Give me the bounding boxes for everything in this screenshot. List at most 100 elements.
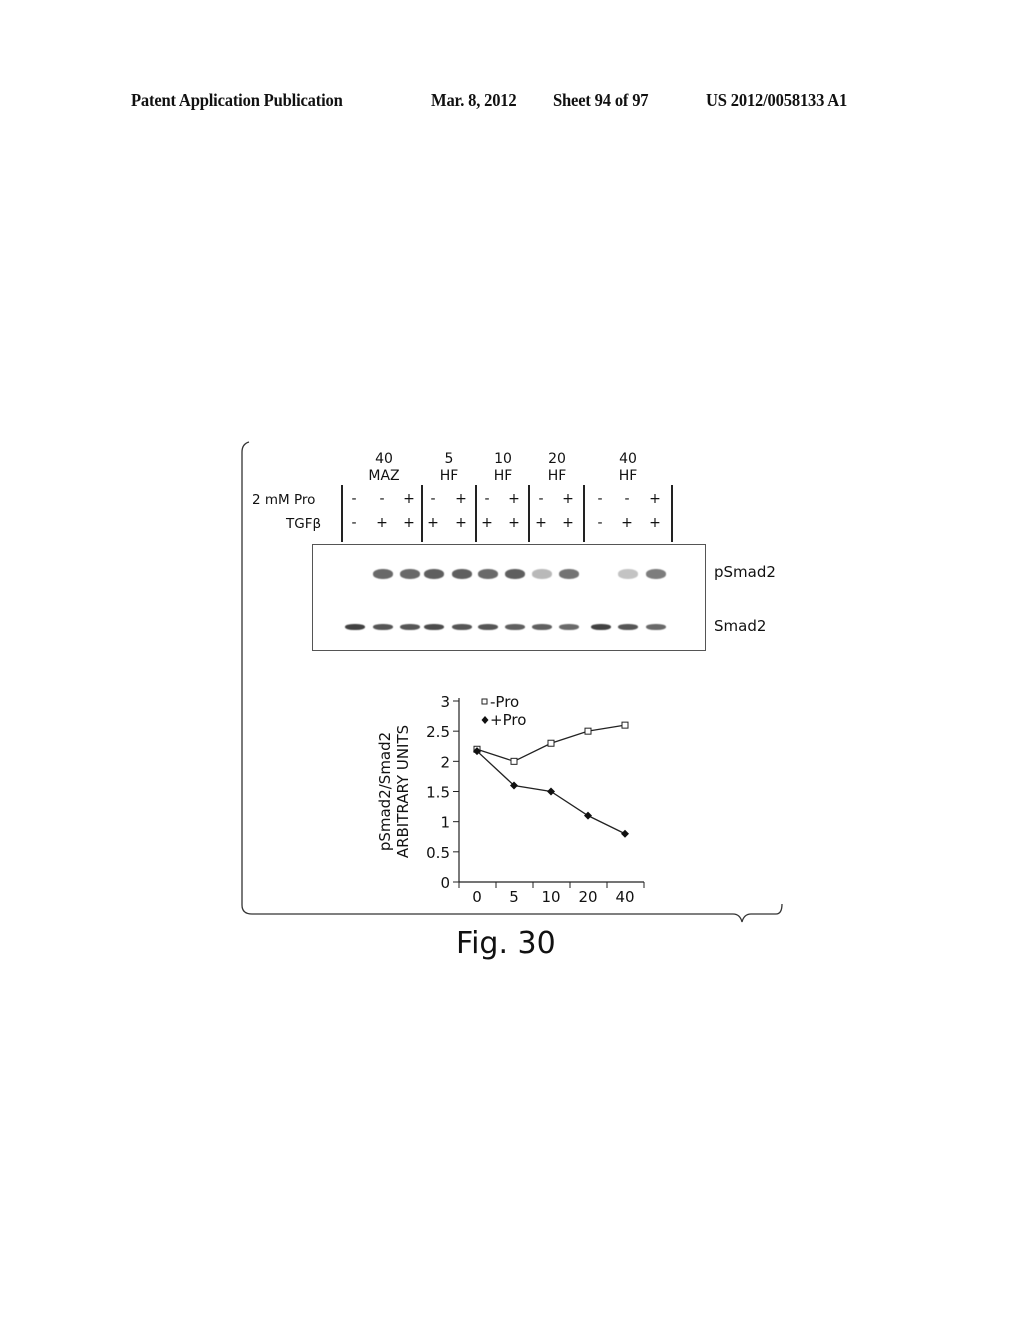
psmad2-band [532, 569, 552, 579]
psmad2-band [452, 569, 472, 579]
data-point-minus-pro [510, 757, 518, 765]
data-point-minus-pro [547, 739, 555, 747]
line-chart: 0 0.5 1 1.5 2 2.5 3 0 5 10 20 40 pSmad2/Smad2 ARBITRA… [376, 693, 645, 906]
smad2-band [646, 624, 666, 630]
smad2-band [373, 624, 393, 630]
lane-separator [583, 485, 585, 542]
pro-sign: - [430, 491, 436, 507]
data-point-minus-pro [621, 721, 629, 729]
pro-sign: - [351, 491, 357, 507]
pro-sign: - [597, 491, 603, 507]
lane-group-agent: HF [547, 468, 567, 484]
pro-sign: - [484, 491, 490, 507]
smad2-band [478, 624, 498, 630]
tgf-sign: + [649, 515, 661, 531]
y-tick-label: 2.5 [426, 723, 450, 741]
smad2-band [532, 624, 552, 630]
y-tick-label: 2 [440, 753, 450, 771]
lane-group-header: 40 HF [613, 451, 643, 485]
legend-marker-minus-pro [481, 698, 488, 705]
pro-sign: - [379, 491, 385, 507]
figure-caption: Fig. 30 [456, 926, 556, 961]
lane-group-dose: 40 [619, 451, 637, 467]
tgf-sign: + [427, 515, 439, 531]
legend-label-minus-pro: -Pro [490, 693, 519, 711]
tgf-sign: + [403, 515, 415, 531]
lane-separator [671, 485, 673, 542]
pro-row-label: 2 mM Pro [252, 492, 316, 508]
smad2-band [452, 624, 472, 630]
lane-group-dose: 5 [444, 451, 454, 467]
smad2-band [559, 624, 579, 630]
tgf-sign: + [535, 515, 547, 531]
tgf-row-label: TGFβ [286, 516, 322, 532]
y-tick-label: 0 [440, 874, 450, 892]
lane-separator [421, 485, 423, 542]
lane-separator [475, 485, 477, 542]
pro-sign: + [403, 491, 415, 507]
y-tick-label: 1.5 [426, 784, 450, 802]
pro-sign: + [508, 491, 520, 507]
tgf-sign: - [351, 515, 357, 531]
y-axis-label-line1: pSmad2/Smad2 [376, 732, 394, 851]
smad2-band [591, 624, 611, 630]
x-tick-label: 40 [615, 888, 634, 906]
lane-separator [341, 485, 343, 542]
data-point-plus-pro [584, 811, 592, 820]
lane-group-agent: HF [493, 468, 513, 484]
psmad2-band [373, 569, 393, 579]
pro-sign: + [562, 491, 574, 507]
western-blot [312, 544, 706, 651]
pro-sign: - [538, 491, 544, 507]
smad2-band [505, 624, 525, 630]
tgf-sign: - [597, 515, 603, 531]
legend-label-plus-pro: +Pro [490, 711, 526, 729]
psmad2-band [646, 569, 666, 579]
data-point-plus-pro [621, 829, 629, 838]
y-tick-label: 1 [440, 814, 450, 832]
lane-group-dose: 20 [548, 451, 566, 467]
figure-brace [241, 441, 783, 923]
psmad2-band [618, 569, 638, 579]
lane-group-header: 10 HF [488, 451, 518, 485]
smad2-band [400, 624, 420, 630]
lane-group-header: 20 HF [542, 451, 572, 485]
tgf-sign: + [621, 515, 633, 531]
smad2-band [618, 624, 638, 630]
y-tick-label: 3 [440, 693, 450, 711]
psmad2-band [478, 569, 498, 579]
tgf-sign: + [508, 515, 520, 531]
tgf-sign: + [562, 515, 574, 531]
smad2-band [345, 624, 365, 630]
pro-sign: + [649, 491, 661, 507]
data-point-plus-pro [547, 787, 555, 796]
tgf-sign: + [481, 515, 493, 531]
x-tick-label: 0 [472, 888, 482, 906]
lane-group-header: 40 MAZ [364, 451, 404, 485]
y-tick-label: 0.5 [426, 844, 450, 862]
smad2-band-label: Smad2 [714, 617, 767, 635]
lane-group-dose: 10 [494, 451, 512, 467]
lane-group-agent: HF [618, 468, 638, 484]
lane-group-header: 5 HF [434, 451, 464, 485]
psmad2-band [400, 569, 420, 579]
smad2-band [424, 624, 444, 630]
tgf-sign: + [455, 515, 467, 531]
psmad2-band [505, 569, 525, 579]
lane-group-agent: MAZ [368, 468, 400, 484]
tgf-sign: + [376, 515, 388, 531]
psmad2-band [559, 569, 579, 579]
y-axis-label-line2: ARBITRARY UNITS [394, 725, 412, 858]
lane-group-dose: 40 [375, 451, 393, 467]
x-tick-label: 5 [509, 888, 519, 906]
lane-separator [528, 485, 530, 542]
data-point-minus-pro [584, 727, 592, 735]
x-tick-label: 10 [541, 888, 560, 906]
pro-sign: + [455, 491, 467, 507]
x-tick-label: 20 [578, 888, 597, 906]
legend-marker-plus-pro [481, 716, 489, 724]
psmad2-band-label: pSmad2 [714, 563, 776, 581]
psmad2-band [424, 569, 444, 579]
pro-sign: - [624, 491, 630, 507]
lane-group-agent: HF [439, 468, 459, 484]
